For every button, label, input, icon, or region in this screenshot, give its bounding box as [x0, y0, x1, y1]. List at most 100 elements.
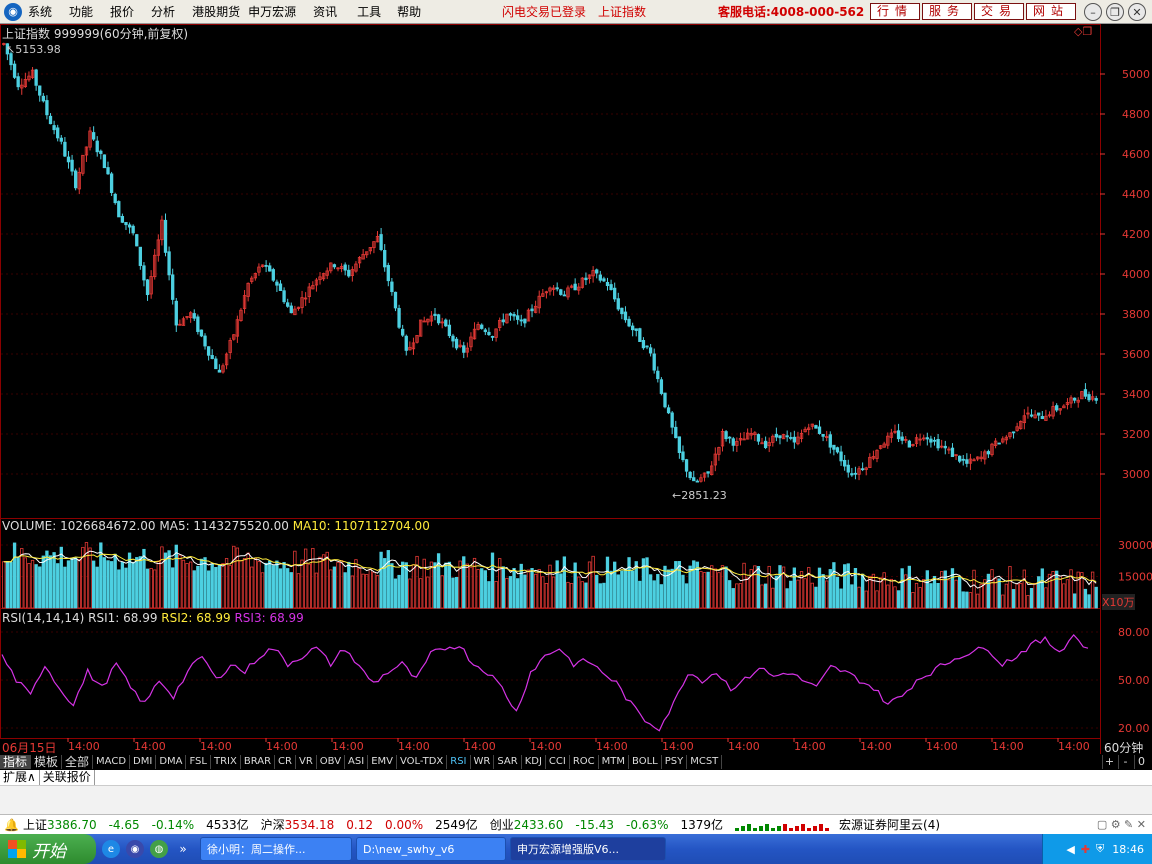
tray-shield-icon[interactable]: ⛨: [1096, 842, 1104, 856]
tab-mtm[interactable]: MTM: [599, 755, 630, 769]
volume-bar: [318, 556, 322, 609]
volume-bar: [918, 587, 922, 609]
tab-fsl[interactable]: FSL: [186, 755, 211, 769]
tab-kdj[interactable]: KDJ: [522, 755, 546, 769]
volume-bar: [1072, 593, 1077, 609]
broker-server[interactable]: 宏源证券阿里云(4): [839, 816, 940, 833]
time-tick-label: 14:00: [728, 740, 760, 753]
chart-expand-icon[interactable]: ◇❐: [1074, 25, 1092, 38]
volume-bar: [286, 568, 290, 609]
start-button[interactable]: 开始: [0, 834, 96, 864]
menu-item-news[interactable]: 资讯: [313, 3, 337, 20]
volume-bar: [1044, 587, 1048, 609]
sh-name[interactable]: 上证: [23, 816, 47, 833]
menu-item-hk-futures[interactable]: 港股期货: [192, 3, 240, 20]
service-button[interactable]: 服务: [922, 3, 973, 20]
task-swhy-app[interactable]: 申万宏源增强版V6...: [510, 837, 666, 861]
volume-bar: [767, 565, 771, 609]
volume-bar: [835, 576, 840, 609]
tab-asi[interactable]: ASI: [345, 755, 369, 769]
menu-item-quote[interactable]: 报价: [110, 3, 134, 20]
media-icon[interactable]: ◉: [126, 840, 144, 858]
candle-body: [684, 459, 689, 472]
menu-item-tools[interactable]: 工具: [357, 3, 381, 20]
browser-icon[interactable]: ◍: [150, 840, 168, 858]
volume-bar: [357, 568, 362, 609]
volume-bar: [922, 579, 926, 609]
tray-arrow-icon[interactable]: ◀: [1066, 843, 1074, 856]
menu-item-function[interactable]: 功能: [69, 3, 93, 20]
menu-item-analysis[interactable]: 分析: [151, 3, 175, 20]
task-browser[interactable]: 徐小明：周二操作...: [200, 837, 352, 861]
tab-mcst[interactable]: MCST: [687, 755, 723, 769]
tab-indicator[interactable]: 指标: [0, 755, 32, 769]
tab-wr[interactable]: WR: [471, 755, 495, 769]
tab-template[interactable]: 模板: [31, 755, 63, 769]
chart-area[interactable]: 5000 4800 4600 4400 4200 4000 3800 3600 3400 3200…: [0, 24, 1152, 755]
zoom-out-button[interactable]: -: [1118, 755, 1132, 769]
tab-trix[interactable]: TRIX: [211, 755, 241, 769]
tab-rsi[interactable]: RSI: [447, 755, 471, 769]
tab-cci[interactable]: CCI: [546, 755, 570, 769]
candle-body: [677, 436, 682, 454]
menu-item-swhy[interactable]: 申万宏源: [248, 3, 296, 20]
tab-dmi[interactable]: DMI: [130, 755, 157, 769]
candle-body: [692, 477, 696, 482]
tray-ime-icon[interactable]: ✚: [1081, 843, 1090, 856]
restore-icon[interactable]: ❐: [1106, 3, 1124, 21]
quote-button[interactable]: 行情: [870, 3, 921, 20]
hs-name[interactable]: 沪深: [261, 816, 285, 833]
task-folder[interactable]: D:\new_swhy_v6: [356, 837, 506, 861]
menu-item-system[interactable]: 系统: [28, 3, 52, 20]
trade-login-status[interactable]: 闪电交易已登录: [502, 3, 586, 20]
zoom-reset-button[interactable]: 0: [1134, 755, 1148, 769]
minimize-icon[interactable]: –: [1084, 3, 1102, 21]
tab-expand[interactable]: 扩展∧: [0, 770, 40, 785]
current-index-link[interactable]: 上证指数: [598, 3, 646, 20]
tab-vr[interactable]: VR: [296, 755, 317, 769]
close-icon[interactable]: ✕: [1128, 3, 1146, 21]
ie-icon[interactable]: e: [102, 840, 120, 858]
menu-item-help[interactable]: 帮助: [397, 3, 421, 20]
cy-name[interactable]: 创业: [490, 816, 514, 833]
low-value-label: 2851.23: [681, 489, 727, 502]
tab-brar[interactable]: BRAR: [241, 755, 276, 769]
volume-bar: [307, 563, 311, 609]
volume-bar: [789, 580, 793, 609]
candle-body: [896, 430, 901, 440]
more-quicklaunch-icon[interactable]: »: [174, 840, 192, 858]
volume-bar: [663, 565, 667, 609]
candle-body: [523, 318, 527, 324]
candle-body: [113, 193, 117, 204]
price-tick-label: 3000: [1122, 468, 1150, 481]
volume-bar: [271, 565, 275, 609]
tab-vol-tdx[interactable]: VOL-TDX: [397, 755, 448, 769]
tab-boll[interactable]: BOLL: [629, 755, 662, 769]
app-logo-icon[interactable]: ◉: [4, 2, 22, 21]
tab-sar[interactable]: SAR: [494, 755, 522, 769]
tab-obv[interactable]: OBV: [317, 755, 346, 769]
tab-dma[interactable]: DMA: [156, 755, 187, 769]
candle-body: [278, 283, 283, 291]
kline-chart-svg[interactable]: 5000 4800 4600 4400 4200 4000 3800 3600 3400 3200…: [0, 24, 1152, 754]
volume-bar: [325, 551, 329, 609]
price-grid: [1, 73, 1100, 729]
tab-psy[interactable]: PSY: [662, 755, 688, 769]
volume-bar: [925, 570, 929, 609]
tab-emv[interactable]: EMV: [368, 755, 397, 769]
volume-bar: [508, 576, 513, 609]
tab-macd[interactable]: MACD: [93, 755, 131, 769]
website-button[interactable]: 网站: [1026, 3, 1077, 20]
volume-bar: [221, 563, 225, 609]
volume-bar: [368, 568, 372, 609]
volume-bar: [411, 564, 416, 609]
tab-related-quotes[interactable]: 关联报价: [40, 770, 95, 785]
tray-tools-icon[interactable]: ▢ ⚙ ✎ ✕: [1097, 818, 1146, 831]
tab-all[interactable]: 全部: [62, 755, 94, 769]
market-breadth-bars: [735, 819, 831, 831]
zoom-in-button[interactable]: +: [1102, 755, 1116, 769]
tab-roc[interactable]: ROC: [570, 755, 599, 769]
tab-cr[interactable]: CR: [275, 755, 296, 769]
trade-button[interactable]: 交易: [974, 3, 1025, 20]
bell-icon[interactable]: 🔔: [4, 818, 19, 832]
